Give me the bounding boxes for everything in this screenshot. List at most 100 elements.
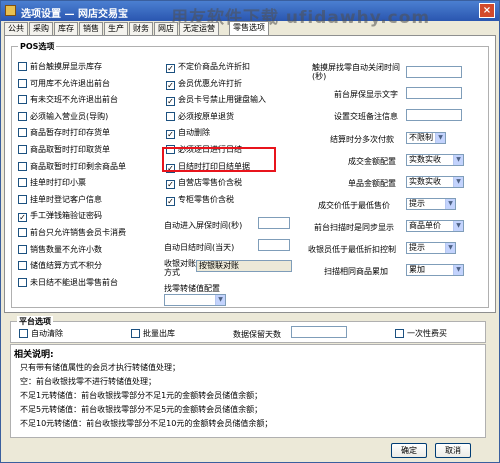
- checkbox-option[interactable]: ✓ 专柜零售价含税: [166, 194, 234, 206]
- checkbox-option[interactable]: 挂单时打印小票: [18, 177, 86, 189]
- checkbox-label: 手工弹钱箱验证密码: [30, 211, 102, 221]
- options-dialog: 选项设置 — 网店交易宝 × 用友软件下载 ufidawhy.com 公共 采购…: [0, 0, 500, 463]
- checkbox-box: [395, 329, 404, 338]
- checkbox-option[interactable]: ✓ 自营店零售价含税: [166, 177, 242, 190]
- cost-select[interactable]: 实数实收 ▼: [406, 154, 464, 166]
- checkmark-icon: ✓: [166, 80, 175, 90]
- app-icon: [5, 5, 16, 16]
- batch-out-label: 批量出库: [143, 329, 175, 338]
- checkbox-option[interactable]: 必须输入营业员(导购): [18, 111, 108, 123]
- chevron-down-icon: ▼: [445, 199, 455, 209]
- checkbox-option[interactable]: 商品暂存时打印存货单: [18, 127, 110, 139]
- window-title: 选项设置 — 网店交易宝: [21, 9, 128, 20]
- checkbox-box: [18, 161, 27, 171]
- tab-online-store[interactable]: 网店: [154, 22, 178, 36]
- recv-method-label: 收银对账方式: [164, 259, 196, 277]
- tab-production[interactable]: 生产: [104, 22, 128, 36]
- checkbox-label: 会员卡号禁止用键盘输入: [178, 95, 266, 105]
- checkbox-option[interactable]: 有未交班不允许退出前台: [18, 94, 118, 106]
- checkbox-option[interactable]: ✓ 会员卡号禁止用键盘输入: [166, 94, 266, 107]
- notes-line: 不足10元转储值：前台收银找零部分不足10元的金额转会员储值余额；: [20, 419, 273, 428]
- tab-common[interactable]: 公共: [4, 22, 28, 36]
- barcode-select[interactable]: 累加 ▼: [406, 264, 464, 276]
- discount-select[interactable]: 提示 ▼: [406, 242, 456, 254]
- checkbox-box: [166, 111, 175, 121]
- one-time-checkbox[interactable]: 一次性费买: [395, 328, 447, 340]
- pos-group-title: POS选项: [18, 41, 57, 52]
- tab-purchase[interactable]: 采购: [29, 22, 53, 36]
- checkbox-box: [18, 261, 27, 271]
- price-label: 单品金额配置: [348, 179, 396, 188]
- checkbox-box: [131, 329, 140, 338]
- checkbox-option[interactable]: 商品取暂时打印剩余商品单: [18, 161, 126, 173]
- checkbox-label: 前台只允许销售会员卡消费: [30, 228, 126, 237]
- days-label: 数据保留天数: [233, 330, 281, 339]
- checkbox-option[interactable]: ✓ 手工弹钱箱验证密码: [18, 210, 102, 223]
- checkbox-label: 自营店零售价含税: [178, 178, 242, 188]
- checkbox-option[interactable]: ✓ 自动删除: [166, 127, 210, 140]
- chevron-down-icon: ▼: [453, 221, 463, 231]
- checkbox-label: 销售数量不允许小数: [30, 244, 102, 254]
- checkbox-label: 前台触摸屏显示库存: [30, 62, 102, 71]
- close-icon[interactable]: ×: [479, 3, 495, 18]
- notes-line: 不足1元转储值：前台收银找零部分不足1元的金额转会员储值余额；: [20, 391, 263, 400]
- checkbox-label: 商品取暂时打印剩余商品单: [30, 161, 126, 171]
- checkbox-box: [18, 145, 27, 154]
- change-label: 找零转储值配置: [164, 284, 220, 293]
- auto-daily-input[interactable]: [258, 239, 290, 251]
- chevron-down-icon: ▼: [453, 177, 463, 187]
- batch-out-checkbox[interactable]: 批量出库: [131, 328, 175, 340]
- auto-clear-checkbox[interactable]: 自动清除: [19, 328, 63, 340]
- notes-title: 相关说明:: [14, 350, 54, 360]
- days-input[interactable]: [291, 326, 347, 338]
- auto-lock-input[interactable]: [258, 217, 290, 229]
- checkbox-option[interactable]: ✓ 会员优惠允许打折: [166, 78, 242, 90]
- platform-options-group: 平台选项 自动清除 批量出库 数据保留天数 一次性费买: [10, 316, 486, 343]
- tab-sales[interactable]: 销售: [79, 22, 103, 36]
- checkbox-label: 不定价商品允许折扣: [178, 62, 250, 71]
- low-price-select[interactable]: 提示 ▼: [406, 198, 456, 210]
- checkbox-box: [18, 78, 27, 88]
- price-select[interactable]: 实数实收 ▼: [406, 176, 464, 188]
- checkbox-label: 必须按原单退货: [178, 111, 234, 121]
- checkmark-icon: ✓: [166, 196, 175, 206]
- barcode-select-value: 累加: [409, 265, 425, 274]
- receipt-input[interactable]: [406, 109, 462, 121]
- checkbox-box: [18, 277, 27, 287]
- checkbox-label: 挂单时登记客户信息: [30, 194, 102, 204]
- screen-text-input[interactable]: [406, 87, 462, 99]
- chevron-down-icon: ▼: [453, 155, 463, 165]
- checkbox-option[interactable]: 销售数量不允许小数: [18, 244, 102, 256]
- ok-button[interactable]: 确定: [391, 443, 427, 458]
- touch-timeout-input[interactable]: [406, 66, 462, 78]
- barcode-label: 扫描相同商品累加: [324, 267, 388, 276]
- checkbox-label: 商品取暂时打印取货单: [30, 145, 110, 154]
- checkbox-option[interactable]: 必须按原单退货: [166, 111, 234, 123]
- highlight-box: [162, 147, 276, 172]
- tab-finance[interactable]: 财务: [129, 22, 153, 36]
- checkbox-option[interactable]: 挂单时登记客户信息: [18, 194, 102, 206]
- checkbox-option[interactable]: 储值结算方式不积分: [18, 260, 102, 272]
- checkbox-label: 挂单时打印小票: [30, 178, 86, 188]
- scan-select[interactable]: 商品单价 ▼: [406, 220, 464, 232]
- recv-method-input[interactable]: 按银联对账: [196, 260, 292, 272]
- checkbox-box: [18, 194, 27, 204]
- tab-inventory[interactable]: 库存: [54, 22, 78, 36]
- checkbox-option[interactable]: ✓ 不定价商品允许折扣: [166, 61, 250, 73]
- change-select[interactable]: ▼: [164, 294, 226, 306]
- checkbox-option[interactable]: 前台只允许销售会员卡消费: [18, 227, 126, 239]
- checkbox-option[interactable]: 可用库不允许退出前台: [18, 78, 110, 90]
- checkbox-option[interactable]: 未日结不能退出零售前台: [18, 277, 118, 289]
- notes-line: 只有带有储值属性的会员才执行转储值处理；: [20, 363, 180, 372]
- discount-label: 收银员低于最低折扣控制: [308, 245, 396, 254]
- checkbox-label: 储值结算方式不积分: [30, 261, 102, 271]
- cancel-button[interactable]: 取消: [435, 443, 471, 458]
- tab-operations[interactable]: 无定运营: [179, 22, 219, 36]
- scan-select-value: 商品单价: [409, 221, 441, 230]
- payment-select[interactable]: 不限制 ▼: [406, 132, 446, 144]
- checkbox-option[interactable]: 前台触摸屏显示库存: [18, 61, 102, 73]
- notes-line: 不足5元转储值：前台收银找零部分不足5元的金额转会员储值余额；: [20, 405, 263, 414]
- checkmark-icon: ✓: [166, 130, 175, 140]
- one-time-label: 一次性费买: [407, 329, 447, 338]
- checkbox-option[interactable]: 商品取暂时打印取货单: [18, 144, 110, 156]
